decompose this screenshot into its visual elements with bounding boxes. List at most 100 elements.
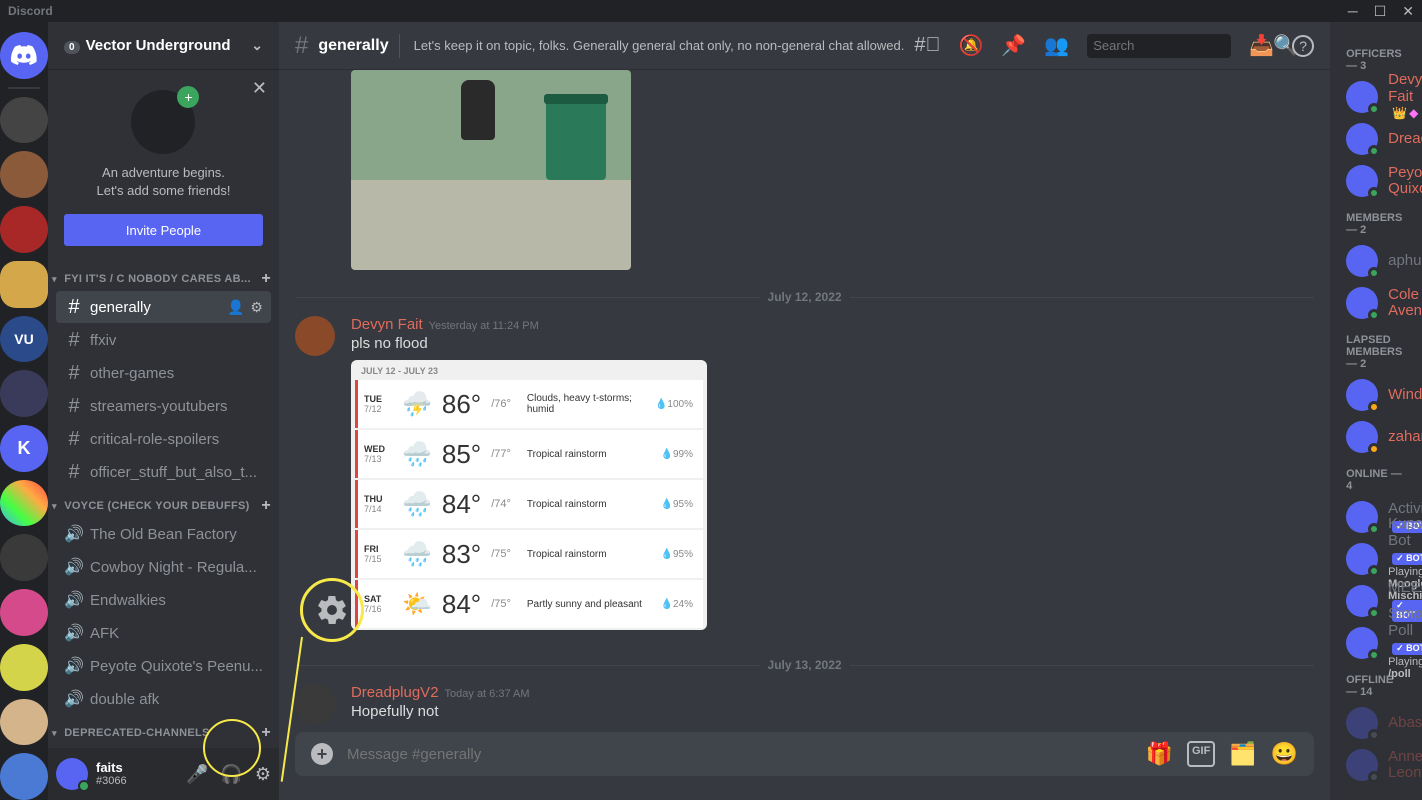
member-item[interactable]: Abasa [1338, 702, 1414, 744]
message-timestamp: Yesterday at 11:24 PM [429, 320, 539, 332]
text-channel[interactable]: #officer_stuff_but_also_t... [56, 456, 271, 488]
home-button[interactable] [0, 32, 48, 79]
maximize-icon[interactable]: ☐ [1374, 3, 1387, 20]
voice-channel[interactable]: 🔊Peyote Quixote's Peenu... [56, 650, 271, 682]
add-channel-icon[interactable]: + [261, 270, 271, 288]
member-group-header: ONLINE — 4 [1338, 458, 1414, 496]
notifications-icon[interactable]: 🔕 [958, 33, 983, 58]
voice-channel[interactable]: 🔊AFK [56, 617, 271, 649]
server-icon[interactable] [0, 480, 48, 527]
text-channel[interactable]: #other-games [56, 357, 271, 389]
add-channel-icon[interactable]: + [261, 497, 271, 515]
member-name: Cole Avenue [1388, 287, 1422, 320]
server-icon[interactable]: K [0, 425, 48, 472]
close-icon[interactable]: ✕ [1402, 3, 1414, 20]
speaker-icon: 🔊 [64, 656, 84, 676]
hash-icon: # [64, 428, 84, 451]
hash-icon: # [64, 296, 84, 319]
server-header[interactable]: 0Vector Underground ⌄ [48, 22, 279, 70]
server-icon[interactable] [0, 534, 48, 581]
close-invite-icon[interactable]: ✕ [252, 78, 267, 99]
server-icon[interactable] [0, 699, 48, 746]
members-icon[interactable]: 👥 [1044, 33, 1069, 58]
voice-channel[interactable]: 🔊Endwalkies [56, 584, 271, 616]
gift-icon[interactable]: 🎁 [1146, 741, 1173, 767]
invite-channel-icon[interactable]: 👤 [227, 299, 244, 316]
user-avatar[interactable] [56, 758, 88, 790]
voice-channel[interactable]: 🔊The Old Bean Factory [56, 518, 271, 550]
voice-channel[interactable]: 🔊double afk [56, 683, 271, 715]
member-name: Annet Leontyne [1388, 749, 1422, 782]
category-header[interactable]: ▾ FYI IT'S / C NOBODY CARES AB...+ [48, 262, 279, 290]
member-item[interactable]: Cole Avenue [1338, 282, 1414, 324]
invite-line2: Let's add some friends! [96, 183, 230, 198]
chevron-down-icon: ⌄ [251, 37, 263, 54]
voice-channel[interactable]: 🔊Cowboy Night - Regula... [56, 551, 271, 583]
message: DreadplugV2 Today at 6:37 AM Hopefully n… [295, 680, 1314, 732]
search-box[interactable]: 🔍 [1087, 34, 1231, 58]
invite-button[interactable]: Invite People [64, 214, 263, 246]
search-input[interactable] [1093, 38, 1269, 53]
category-header[interactable]: ▾ DEPRECATED-CHANNELS+ [48, 716, 279, 744]
date-divider: July 13, 2022 [768, 658, 842, 672]
member-item[interactable]: aphu [1338, 240, 1414, 282]
server-icon[interactable] [0, 97, 48, 144]
username: faits [96, 761, 178, 775]
main-panel: # generally Let's keep it on topic, folk… [279, 22, 1330, 800]
author-avatar[interactable] [295, 316, 335, 356]
member-activity: Playing /poll [1388, 656, 1422, 680]
member-item[interactable]: Peyote Quixote [1338, 160, 1414, 202]
server-icon[interactable] [0, 644, 48, 691]
member-item[interactable]: Windcat [1338, 374, 1414, 416]
mic-icon[interactable]: 🎤 [186, 764, 208, 785]
server-icon[interactable]: VU [0, 316, 48, 363]
server-icon[interactable] [0, 206, 48, 253]
member-name: Kupo Bot✓ BOT [1388, 516, 1422, 566]
minimize-icon[interactable]: ─ [1348, 3, 1358, 20]
emoji-icon[interactable]: 😀 [1271, 741, 1298, 767]
member-item[interactable]: Annet Leontyne [1338, 744, 1414, 786]
headphones-icon[interactable]: 🎧 [220, 764, 242, 785]
message-attachment-image[interactable] [351, 70, 631, 270]
member-name: Peyote Quixote [1388, 165, 1422, 198]
member-name: Devyn Fait👑◆ [1388, 72, 1422, 122]
channel-name: ffxiv [90, 332, 263, 349]
text-channel[interactable]: #generally👤⚙ [56, 291, 271, 323]
member-item[interactable]: Kupo Bot✓ BOTPlaying Moogle Mischief [1338, 538, 1414, 580]
chat-scroll[interactable]: July 12, 2022 Devyn Fait Yesterday at 11… [279, 70, 1330, 732]
member-item[interactable]: Devyn Fait👑◆ [1338, 76, 1414, 118]
threads-icon[interactable]: #⃣ [914, 34, 940, 57]
text-channel[interactable]: #critical-role-spoilers [56, 423, 271, 455]
channel-settings-icon[interactable]: ⚙ [250, 299, 263, 316]
server-badge: 0 [64, 41, 80, 54]
server-icon[interactable] [0, 261, 48, 308]
speaker-icon: 🔊 [64, 557, 84, 577]
message-author[interactable]: Devyn Fait [351, 316, 423, 333]
server-icon[interactable] [0, 589, 48, 636]
attach-button[interactable]: + [311, 743, 333, 765]
server-icon[interactable] [0, 370, 48, 417]
server-icon[interactable] [0, 151, 48, 198]
member-item[interactable]: zahan [1338, 416, 1414, 458]
channel-name: officer_stuff_but_also_t... [90, 464, 263, 481]
member-item[interactable]: Simple Poll✓ BOTPlaying /poll [1338, 622, 1414, 664]
invite-avatar: + [131, 90, 195, 154]
member-group-header: LAPSED MEMBERS — 2 [1338, 324, 1414, 374]
message-input[interactable] [347, 746, 1132, 763]
text-channel[interactable]: #streamers-youtubers [56, 390, 271, 422]
pinned-icon[interactable]: 📌 [1001, 33, 1026, 58]
inbox-icon[interactable]: 📥 [1249, 33, 1274, 58]
member-name: aphu [1388, 253, 1421, 270]
gif-icon[interactable]: GIF [1187, 741, 1215, 767]
server-icon[interactable] [0, 753, 48, 800]
message-author[interactable]: DreadplugV2 [351, 684, 439, 701]
text-channel[interactable]: #ffxiv [56, 324, 271, 356]
sticker-icon[interactable]: 🗂️ [1229, 741, 1256, 767]
add-channel-icon[interactable]: + [261, 724, 271, 742]
member-avatar [1346, 123, 1378, 155]
help-icon[interactable]: ? [1292, 35, 1314, 57]
settings-icon[interactable]: ⚙ [255, 764, 271, 785]
member-item[interactable]: DreadplugV2 [1338, 118, 1414, 160]
author-avatar[interactable] [295, 684, 335, 724]
category-header[interactable]: ▾ VOYCE (CHECK YOUR DEBUFFS)+ [48, 489, 279, 517]
